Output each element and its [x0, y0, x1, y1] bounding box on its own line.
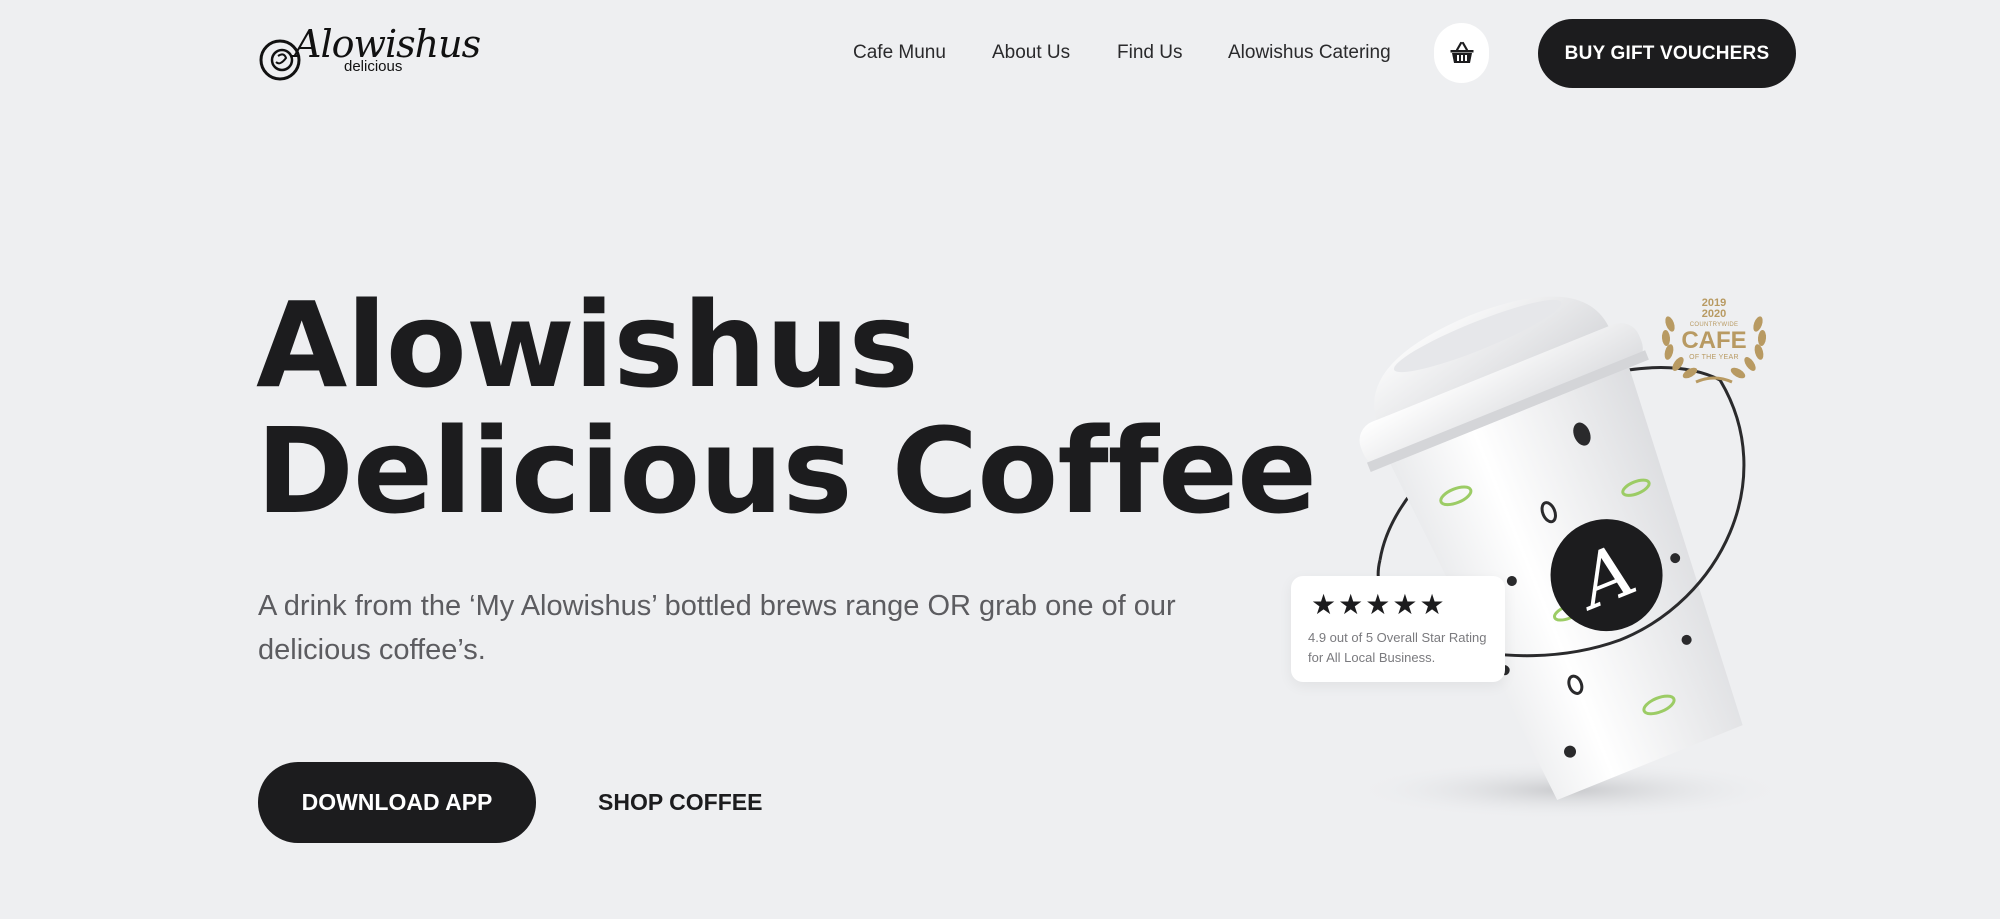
- star-rating: ★ ★ ★ ★ ★: [1311, 590, 1445, 620]
- download-app-button[interactable]: DOWNLOAD APP: [258, 762, 536, 843]
- award-years: 2019 2020: [1656, 298, 1772, 320]
- buy-gift-vouchers-button[interactable]: BUY GIFT VOUCHERS: [1538, 19, 1796, 88]
- award-year-2: 2020: [1701, 308, 1727, 320]
- hero-title-line-2: Delicious Coffee: [256, 402, 1317, 540]
- award-main-text: CAFE: [1681, 327, 1747, 354]
- hero-title-line-1: Alowishus: [256, 276, 919, 414]
- star-icon: ★: [1419, 588, 1445, 621]
- star-icon: ★: [1365, 588, 1391, 621]
- award-sub-text: OF THE YEAR: [1689, 354, 1739, 361]
- star-icon: ★: [1392, 588, 1418, 621]
- nav-link-find-us[interactable]: Find Us: [1117, 38, 1182, 68]
- nav-link-cafe-menu[interactable]: Cafe Munu: [853, 38, 946, 68]
- rating-text: 4.9 out of 5 Overall Star Rating for All…: [1308, 630, 1487, 665]
- star-icon: ★: [1338, 588, 1364, 621]
- logo-subtext: delicious: [344, 58, 403, 75]
- rating-card: ★ ★ ★ ★ ★ 4.9 out of 5 Overall Star Rati…: [1291, 576, 1505, 682]
- hero-subtitle: A drink from the ‘My Alowishus’ bottled …: [258, 590, 1176, 666]
- shop-coffee-link[interactable]: SHOP COFFEE: [598, 782, 762, 822]
- nav-link-catering[interactable]: Alowishus Catering: [1228, 38, 1391, 68]
- basket-button[interactable]: [1434, 23, 1489, 83]
- hero-title: Alowishus Delicious Coffee: [256, 276, 1317, 540]
- star-icon: ★: [1311, 588, 1337, 621]
- brand-logo[interactable]: Alowishus delicious: [258, 16, 481, 86]
- cafe-of-the-year-award: 2019 2020 COUNTRYWIDE CAFE OF THE YEAR: [1656, 294, 1772, 388]
- nav-link-about-us[interactable]: About Us: [992, 38, 1070, 68]
- basket-icon: [1450, 41, 1473, 63]
